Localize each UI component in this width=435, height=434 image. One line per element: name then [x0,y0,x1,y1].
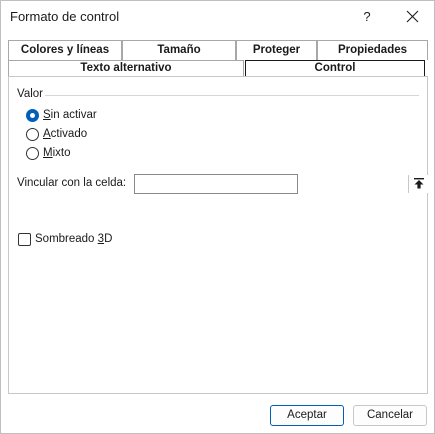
link-cell-label: Vincular con la celda: [17,177,127,189]
radio-label-rest: ixto [52,147,71,159]
radio-sin-activar[interactable]: Sin activar [26,107,97,123]
cancel-button[interactable]: Cancelar [353,405,427,426]
close-button[interactable] [399,6,427,28]
radio-label-rest: in activar [50,109,97,121]
radio-checked-indicator [26,108,39,122]
tab-propiedades[interactable]: Propiedades [317,40,428,60]
tab-proteger[interactable]: Proteger [236,40,317,60]
title-bar: Formato de control ? [1,1,434,35]
checkbox-box [18,232,31,246]
radio-mixto[interactable]: Mixto [26,145,71,161]
close-icon [406,10,419,23]
group-divider [45,95,419,96]
tab-texto-alternativo[interactable]: Texto alternativo [8,60,244,77]
tab-row-2: Texto alternativo Control [8,60,428,77]
shading-label-prefix: Sombreado [35,233,98,245]
dialog-title: Formato de control [10,9,120,24]
mnemonic-letter: A [43,128,51,140]
help-button[interactable]: ? [354,6,380,28]
radio-label-mixto: Mixto [43,147,71,159]
radio-activado[interactable]: Activado [26,126,87,142]
radio-label-rest: ctivado [50,128,88,140]
mnemonic-letter: S [43,109,51,121]
value-group-label: Valor [17,88,43,100]
radio-unchecked-indicator [26,127,39,141]
radio-label-activado: Activado [43,128,87,140]
collapse-dialog-button[interactable] [408,175,428,193]
shading-label-suffix: D [104,233,113,245]
radio-label-sin-activar: Sin activar [43,109,97,121]
shading-3d-checkbox[interactable]: Sombreado 3D [18,232,112,246]
format-control-dialog: Formato de control ? Colores y líneas Ta… [0,0,435,434]
mnemonic-letter: M [43,147,53,159]
tab-control[interactable]: Control [245,60,425,77]
radio-unchecked-indicator [26,146,39,160]
tab-row-1: Colores y líneas Tamaño Proteger Propied… [8,40,428,60]
tab-colores-lineas[interactable]: Colores y líneas [8,40,122,60]
link-cell-input[interactable] [134,174,428,194]
shading-3d-label: Sombreado 3D [35,233,112,245]
accept-button[interactable]: Aceptar [270,405,344,426]
tab-tamano[interactable]: Tamaño [122,40,236,60]
range-select-arrow-icon [414,178,424,189]
